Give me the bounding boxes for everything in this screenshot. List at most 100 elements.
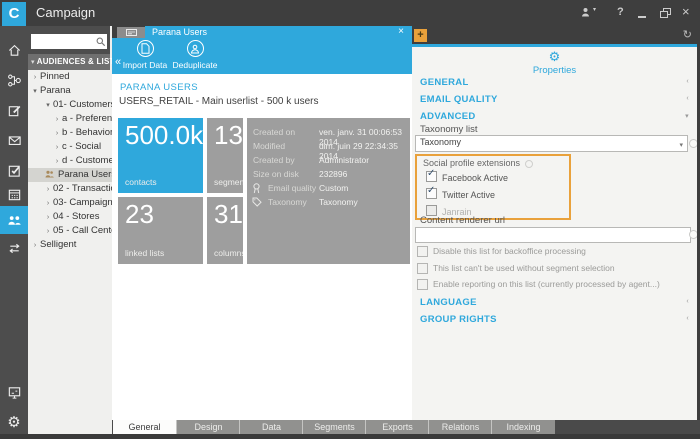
compose-icon [7, 103, 22, 118]
bottom-tabbar: General Design Data Segments Exports Rel… [112, 420, 700, 434]
minimize-button[interactable] [638, 16, 646, 18]
bottom-strip [0, 434, 700, 439]
chevron-collapsed-icon: ‹ [686, 78, 689, 85]
workspace: Parana Users × « Import Data Deduplic [112, 26, 412, 420]
tile-segments: 13 segments [207, 118, 243, 193]
flow-icon [7, 73, 22, 88]
tree-item-parana[interactable]: ▾Parana [28, 84, 113, 98]
rail-item-email[interactable] [0, 126, 28, 154]
tag-icon [252, 197, 262, 207]
chevron-right-icon: › [53, 127, 61, 140]
restore-button[interactable] [660, 8, 671, 19]
transfer-arrows-icon [7, 241, 22, 256]
tile-value: 23 [125, 199, 154, 230]
rail-item-settings[interactable]: ⚙ [0, 408, 28, 436]
help-button[interactable]: ? [617, 6, 624, 18]
tile-contacts: 500.0k contacts [118, 118, 203, 193]
task-check-icon [7, 163, 22, 178]
rail-item-data-transfer[interactable] [0, 234, 28, 262]
checkbox-facebook-active[interactable]: ✓Facebook Active [426, 171, 508, 183]
tree-items: ›Pinned ▾Parana ▾01- Customers ›a - Pref… [28, 70, 110, 270]
tile-label: columns [214, 248, 243, 258]
tab-segments[interactable]: Segments [302, 420, 366, 434]
tile-value: 500.0k [125, 120, 203, 151]
checkbox-segment-selection[interactable]: This list can't be used without segment … [417, 263, 433, 275]
tab-general[interactable]: General [113, 420, 176, 434]
page-title: PARANA USERS [120, 82, 198, 93]
content-renderer-label: Content renderer url [420, 215, 505, 226]
audiences-people-icon [7, 213, 22, 228]
tree-header-audiences-lists[interactable]: ▾AUDIENCES & LISTS [28, 54, 110, 70]
calendar-icon [7, 187, 22, 202]
tab-close-icon[interactable]: × [398, 26, 404, 38]
properties-topbar: + ↻ [412, 26, 700, 44]
chevron-collapsed-icon: ‹ [686, 298, 689, 305]
import-icon [137, 40, 154, 57]
rail-item-system[interactable] [0, 378, 28, 406]
app-logo: C [2, 2, 26, 26]
checkbox-unchecked-icon[interactable] [417, 263, 428, 274]
chevron-right-icon: › [44, 211, 52, 224]
rail-item-audiences[interactable] [0, 206, 28, 234]
deduplicate-button[interactable]: Deduplicate [168, 40, 222, 70]
checkbox-twitter-active[interactable]: ✓Twitter Active [426, 188, 495, 200]
checkbox-checked-icon[interactable]: ✓ [426, 171, 437, 182]
tab-list-button[interactable] [117, 27, 145, 38]
user-menu-button[interactable]: ▾ [581, 7, 599, 19]
add-tab-button[interactable]: + [414, 29, 427, 42]
taxonomy-select[interactable]: Taxonomy ▾ [415, 135, 688, 152]
nav-rail: ⚙ [0, 26, 28, 434]
rail-item-journeys[interactable] [0, 66, 28, 94]
search-box [31, 34, 107, 49]
tree-search-area [28, 26, 110, 54]
deduplicate-icon [187, 40, 204, 57]
tree-item-pinned[interactable]: ›Pinned [28, 70, 113, 84]
tab-design[interactable]: Design [176, 420, 240, 434]
app-title: Campaign [36, 0, 95, 26]
tree-item-selligent[interactable]: ›Selligent [28, 238, 113, 252]
chevron-down-icon: ▾ [44, 99, 52, 112]
import-data-button[interactable]: Import Data [120, 40, 170, 70]
info-icon[interactable] [525, 160, 533, 168]
properties-panel: + ↻ ⚙ Properties GENERAL ‹ EMAIL QUALITY… [412, 26, 700, 420]
rail-item-home[interactable] [0, 36, 28, 64]
checkbox-disable-backoffice[interactable]: Disable this list for backoffice process… [417, 246, 433, 258]
caret-down-icon: ▾ [593, 6, 596, 13]
content-renderer-input[interactable] [415, 227, 691, 243]
checkbox-unchecked-icon[interactable] [417, 279, 428, 290]
rail-item-planning[interactable] [0, 180, 28, 208]
page-subtitle: USERS_RETAIL - Main userlist - 500 k use… [119, 96, 319, 107]
tab-indexing[interactable]: Indexing [491, 420, 555, 434]
list-people-icon [45, 170, 54, 178]
properties-title: Properties [412, 65, 697, 76]
mail-icon [7, 133, 22, 148]
email-quality-icon [252, 183, 261, 194]
tile-value: 13 [214, 120, 243, 151]
tab-data[interactable]: Data [239, 420, 303, 434]
checkbox-unchecked-icon[interactable] [417, 246, 428, 257]
checkbox-checked-icon[interactable]: ✓ [426, 188, 437, 199]
detail-row: Size on disk 232896 [247, 168, 410, 182]
detail-row: Created on ven. janv. 31 00:06:53 2014 [247, 126, 410, 140]
search-input[interactable] [33, 35, 97, 49]
refresh-icon[interactable]: ↻ [683, 29, 692, 41]
tab-exports[interactable]: Exports [365, 420, 429, 434]
close-window-button[interactable]: × [682, 5, 690, 18]
checkbox-enable-reporting[interactable]: Enable reporting on this list (currently… [417, 279, 433, 291]
titlebar: C Campaign ▾ ? × [0, 0, 700, 26]
monitor-icon [7, 385, 22, 400]
tab-relations[interactable]: Relations [428, 420, 492, 434]
chevron-right-icon: › [31, 239, 39, 252]
workspace-tabstrip: Parana Users × [112, 26, 412, 38]
detail-row: Modified dim. juin 29 22:34:35 2014 [247, 140, 410, 154]
tile-label: linked lists [125, 248, 164, 258]
gear-icon: ⚙ [7, 415, 20, 430]
chevron-right-icon: › [44, 183, 52, 196]
tab-parana-users[interactable]: Parana Users × [145, 26, 412, 38]
social-profile-group: Social profile extensions ✓Facebook Acti… [415, 154, 571, 220]
tile-label: segments [214, 177, 243, 187]
details-panel: Created on ven. janv. 31 00:06:53 2014 M… [247, 118, 410, 264]
rail-item-content[interactable] [0, 96, 28, 124]
workspace-toolbar: « Import Data Deduplicate [112, 38, 412, 74]
social-profile-label: Social profile extensions [423, 158, 520, 168]
